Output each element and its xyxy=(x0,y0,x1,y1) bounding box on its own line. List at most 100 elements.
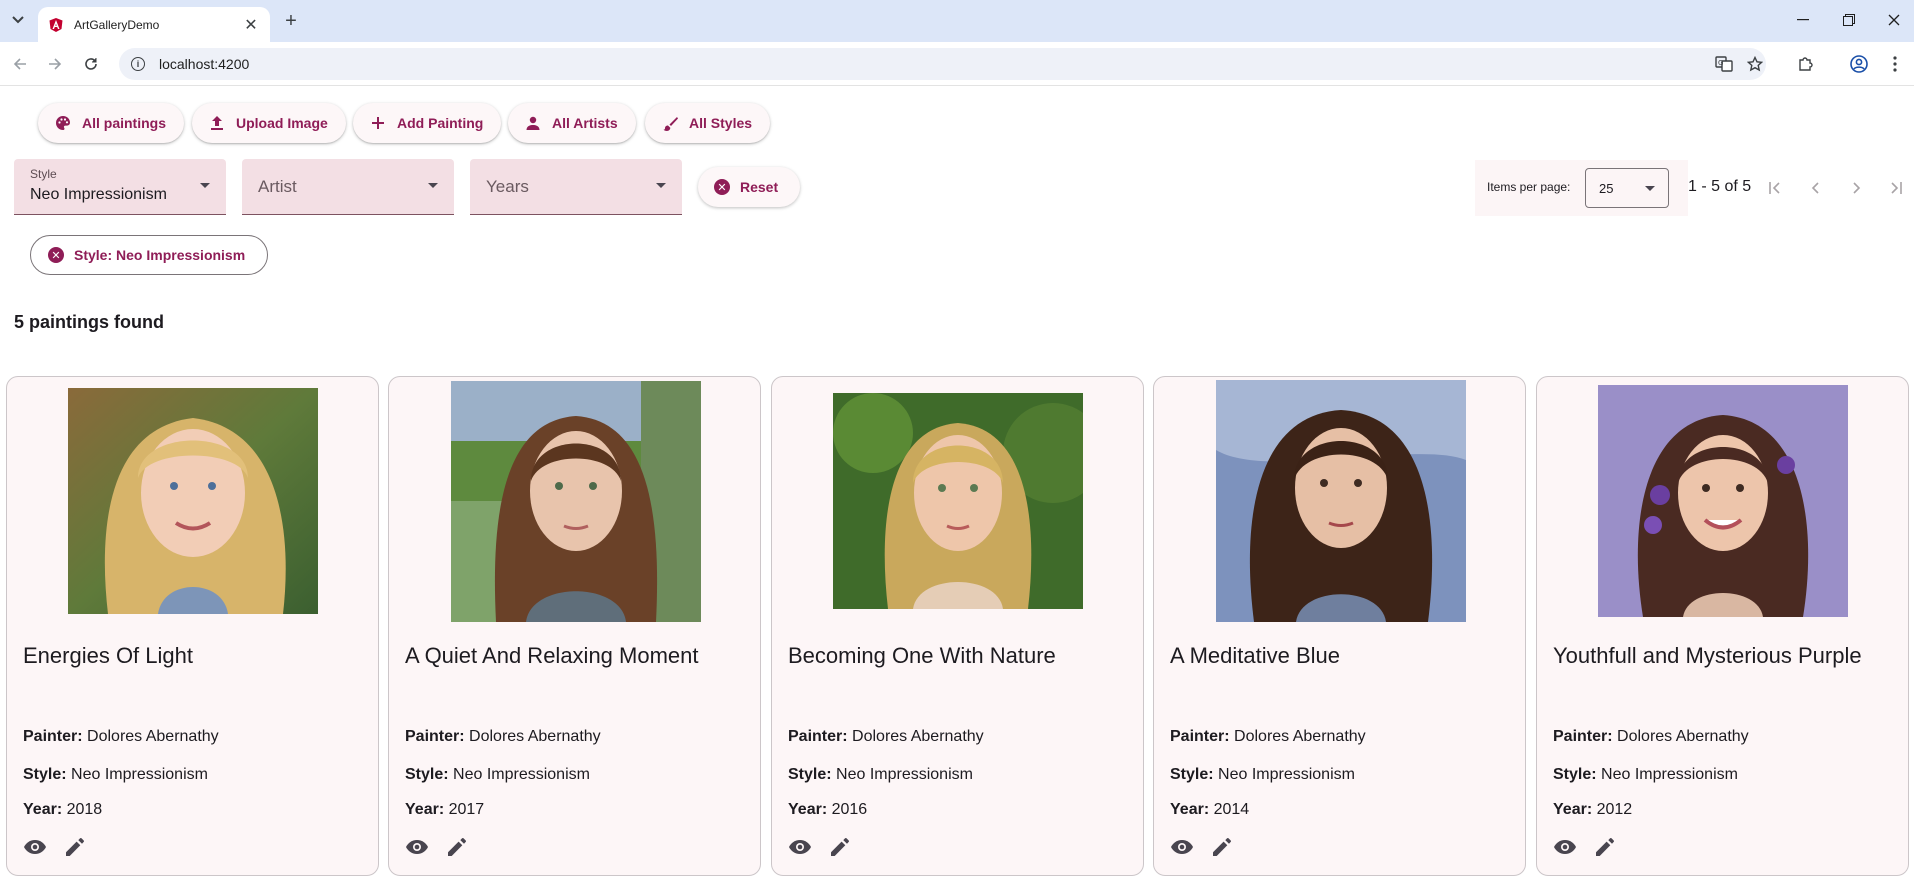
upload-icon xyxy=(208,114,226,132)
edit-pencil-icon[interactable] xyxy=(1593,835,1617,859)
dropdown-arrow-icon xyxy=(656,183,666,188)
painting-image[interactable] xyxy=(1216,380,1466,622)
painter-value: Dolores Abernathy xyxy=(852,728,984,745)
all-styles-label: All Styles xyxy=(689,115,753,131)
style-value: Neo Impressionism xyxy=(453,766,590,783)
painter-row: Painter: Dolores Abernathy xyxy=(1170,728,1366,746)
tab-close-icon[interactable]: ✕ xyxy=(242,15,260,35)
painter-label: Painter: xyxy=(1170,728,1230,745)
next-page-icon[interactable] xyxy=(1844,176,1868,200)
chevron-down-icon xyxy=(12,16,24,24)
address-bar-row: i localhost:4200 G xyxy=(0,42,1914,86)
tab-search-button[interactable] xyxy=(6,8,30,32)
year-value: 2017 xyxy=(448,801,485,818)
last-page-icon[interactable] xyxy=(1883,176,1907,200)
menu-kebab-icon[interactable] xyxy=(1883,52,1907,76)
style-value: Neo Impressionism xyxy=(1218,766,1355,783)
back-icon[interactable] xyxy=(7,51,33,77)
previous-page-icon[interactable] xyxy=(1804,176,1828,200)
edit-pencil-icon[interactable] xyxy=(1210,835,1234,859)
browser-tab[interactable]: ArtGalleryDemo ✕ xyxy=(38,7,270,42)
items-per-page-select[interactable]: 25 xyxy=(1585,168,1669,208)
artist-select[interactable]: Artist xyxy=(242,159,454,215)
year-row: Year: 2018 xyxy=(23,801,102,819)
all-styles-button[interactable]: All Styles xyxy=(645,103,771,143)
profile-icon[interactable] xyxy=(1847,52,1871,76)
minimize-icon[interactable] xyxy=(1781,6,1825,34)
svg-text:G: G xyxy=(1718,59,1723,67)
forward-icon[interactable] xyxy=(42,51,68,77)
edit-pencil-icon[interactable] xyxy=(63,835,87,859)
painting-image[interactable] xyxy=(451,381,701,622)
view-eye-icon[interactable] xyxy=(788,835,812,859)
style-value: Neo Impressionism xyxy=(836,766,973,783)
year-row: Year: 2016 xyxy=(788,801,867,819)
items-per-page-value: 25 xyxy=(1599,181,1614,196)
add-painting-label: Add Painting xyxy=(397,115,484,131)
edit-pencil-icon[interactable] xyxy=(445,835,469,859)
dropdown-arrow-icon xyxy=(1645,186,1655,191)
style-select[interactable]: Style Neo Impressionism xyxy=(14,159,226,215)
painter-row: Painter: Dolores Abernathy xyxy=(1553,728,1749,746)
cancel-circle-icon: ✕ xyxy=(714,179,730,195)
year-value: 2012 xyxy=(1596,801,1633,818)
view-eye-icon[interactable] xyxy=(1170,835,1194,859)
painter-value: Dolores Abernathy xyxy=(469,728,601,745)
site-info-icon[interactable]: i xyxy=(131,57,145,71)
all-paintings-label: All paintings xyxy=(82,115,166,131)
palette-icon xyxy=(54,114,72,132)
style-label: Style: xyxy=(405,766,449,783)
painting-image[interactable] xyxy=(68,388,318,614)
omnibox[interactable]: i localhost:4200 G xyxy=(119,48,1766,80)
active-filter-chip[interactable]: ✕ Style: Neo Impressionism xyxy=(30,235,269,275)
year-label: Year: xyxy=(1553,801,1593,818)
year-row: Year: 2012 xyxy=(1553,801,1632,819)
style-label: Style: xyxy=(1170,766,1214,783)
close-window-icon[interactable] xyxy=(1872,6,1914,34)
view-eye-icon[interactable] xyxy=(23,835,47,859)
reset-button[interactable]: ✕ Reset xyxy=(698,167,800,207)
painter-label: Painter: xyxy=(23,728,83,745)
angular-logo-icon xyxy=(49,17,63,32)
painter-label: Painter: xyxy=(405,728,465,745)
all-artists-label: All Artists xyxy=(552,115,618,131)
year-value: 2014 xyxy=(1213,801,1250,818)
style-label: Style: xyxy=(23,766,67,783)
years-select[interactable]: Years xyxy=(470,159,682,215)
bookmark-star-icon[interactable] xyxy=(1743,52,1767,76)
style-row: Style: Neo Impressionism xyxy=(23,766,208,784)
restore-icon[interactable] xyxy=(1827,6,1871,34)
style-row: Style: Neo Impressionism xyxy=(1553,766,1738,784)
painter-row: Painter: Dolores Abernathy xyxy=(788,728,984,746)
reset-label: Reset xyxy=(740,179,779,195)
all-artists-button[interactable]: All Artists xyxy=(508,103,636,143)
remove-filter-icon[interactable]: ✕ xyxy=(48,247,64,263)
year-row: Year: 2017 xyxy=(405,801,484,819)
all-paintings-button[interactable]: All paintings xyxy=(38,103,184,143)
painting-card: Becoming One With Nature Painter: Dolore… xyxy=(771,376,1144,876)
style-label: Style: xyxy=(1553,766,1597,783)
page-range-label: 1 - 5 of 5 xyxy=(1688,178,1752,195)
year-label: Year: xyxy=(1170,801,1210,818)
url-text: localhost:4200 xyxy=(159,56,250,72)
edit-pencil-icon[interactable] xyxy=(828,835,852,859)
style-row: Style: Neo Impressionism xyxy=(405,766,590,784)
extensions-icon[interactable] xyxy=(1793,52,1817,76)
painting-image[interactable] xyxy=(1598,385,1848,617)
upload-image-label: Upload Image xyxy=(236,115,328,131)
painter-value: Dolores Abernathy xyxy=(1617,728,1749,745)
add-painting-button[interactable]: Add Painting xyxy=(353,103,502,143)
first-page-icon[interactable] xyxy=(1764,176,1788,200)
paginator: Items per page: 25 1 - 5 of 5 xyxy=(1475,160,1902,216)
year-label: Year: xyxy=(788,801,828,818)
painting-title: Becoming One With Nature xyxy=(788,643,1056,668)
reload-icon[interactable] xyxy=(78,51,104,77)
person-icon xyxy=(524,114,542,132)
view-eye-icon[interactable] xyxy=(405,835,429,859)
translate-icon[interactable]: G xyxy=(1712,52,1736,76)
view-eye-icon[interactable] xyxy=(1553,835,1577,859)
upload-image-button[interactable]: Upload Image xyxy=(192,103,346,143)
painting-image[interactable] xyxy=(833,393,1083,609)
new-tab-button[interactable]: + xyxy=(278,8,304,34)
style-value: Neo Impressionism xyxy=(71,766,208,783)
